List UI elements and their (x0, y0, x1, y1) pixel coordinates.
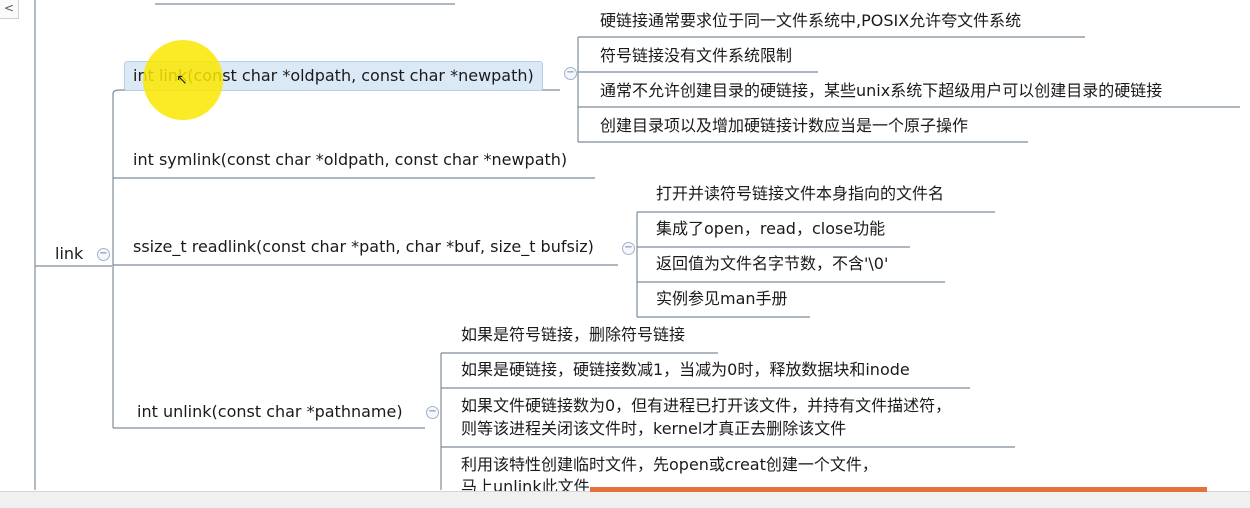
note-node-continued: 则等该进程关闭该文件时，kernel才真正去删除该文件 (461, 419, 847, 438)
note-node[interactable]: 如果文件硬链接数为0，但有进程已打开该文件，并持有文件描述符， (461, 396, 951, 416)
note-node[interactable]: 实例参见man手册 (656, 289, 788, 309)
root-node-link[interactable]: link (55, 244, 83, 264)
note-node[interactable]: 如果是硬链接，硬链接数减1，当减为0时，释放数据块和inode (461, 360, 910, 380)
collapse-icon[interactable]: − (97, 248, 110, 261)
function-node-readlink[interactable]: ssize_t readlink(const char *path, char … (133, 237, 594, 257)
bottom-status-strip (0, 491, 1250, 508)
note-node[interactable]: 返回值为文件名字节数，不含'\0' (656, 254, 888, 274)
note-node[interactable]: 利用该特性创建临时文件，先open或creat创建一个文件， (461, 455, 878, 475)
video-progress-bar[interactable] (590, 487, 1207, 492)
function-node-symlink[interactable]: int symlink(const char *oldpath, const c… (133, 150, 567, 170)
collapse-icon[interactable]: − (564, 67, 577, 80)
note-node[interactable]: 集成了open，read，close功能 (656, 219, 885, 239)
note-node[interactable]: 硬链接通常要求位于同一文件系统中,POSIX允许夸文件系统 (600, 11, 1021, 31)
note-node[interactable]: 创建目录项以及增加硬链接计数应当是一个原子操作 (600, 116, 968, 136)
collapse-icon[interactable]: − (426, 406, 439, 419)
note-node[interactable]: 打开并读符号链接文件本身指向的文件名 (656, 184, 944, 204)
note-node[interactable]: 符号链接没有文件系统限制 (600, 46, 792, 66)
function-node-unlink[interactable]: int unlink(const char *pathname) (137, 402, 403, 422)
collapse-icon[interactable]: − (622, 242, 635, 255)
note-node[interactable]: 通常不允许创建目录的硬链接，某些unix系统下超级用户可以创建目录的硬链接 (600, 81, 1162, 101)
sidebar-toggle-tab[interactable]: < (0, 0, 19, 19)
mindmap-canvas[interactable]: < link − int link(const char *oldpath, c… (0, 0, 1250, 508)
mouse-cursor-icon: ↖ (176, 72, 188, 88)
note-node[interactable]: 如果是符号链接，删除符号链接 (461, 325, 685, 345)
